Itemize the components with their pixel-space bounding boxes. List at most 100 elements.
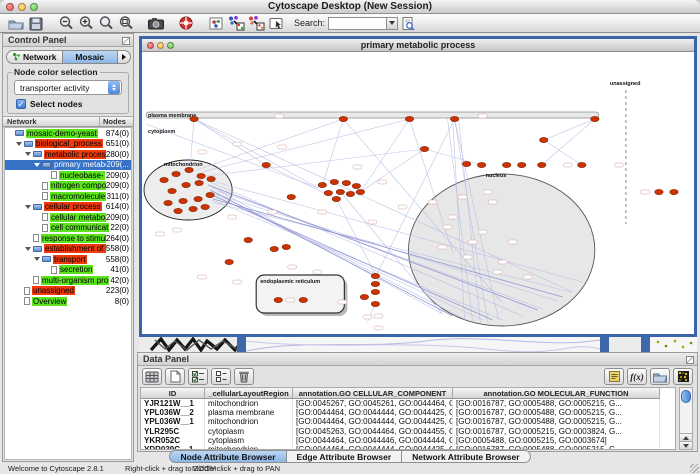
open-session-button[interactable] [6,15,26,32]
graph-node[interactable] [225,259,233,264]
graph-node[interactable] [502,162,510,167]
import-attributes-button[interactable] [650,368,670,385]
table-row[interactable]: YLR295Ccytoplasm[GO:0045263, GO:0044464,… [141,427,675,436]
graph-node[interactable] [244,237,252,242]
tree-row[interactable]: secretion41(0) [5,265,131,276]
table-row[interactable]: YKR052Ccytoplasm[GO:0044464, GO:0044446,… [141,436,675,445]
tree-row[interactable]: cellular metabo209(0) [5,212,131,223]
graph-node[interactable] [371,301,379,306]
graph-node[interactable] [540,137,548,142]
graph-node[interactable] [371,281,379,286]
background-window-edge[interactable] [600,337,609,352]
tab-network[interactable]: Network [6,50,62,64]
graph-node[interactable] [201,204,209,209]
table-cell[interactable]: [GO:0045267, GO:0045261, GO:0044464, G..… [293,399,453,408]
layout-button-2[interactable] [246,15,266,32]
graph-node[interactable] [371,289,379,294]
delete-attribute-button[interactable] [234,368,254,385]
graph-node[interactable] [160,177,168,182]
notes-button[interactable] [604,368,624,385]
table-cell[interactable]: [GO:0044464, GO:0044446, GO:0044444, G..… [293,436,453,445]
tree-header-network[interactable]: Network [3,117,99,126]
matrix-view-button[interactable] [673,368,693,385]
expander-icon[interactable] [25,205,31,209]
graph-node[interactable] [182,182,190,187]
expander-icon[interactable] [16,142,22,146]
table-cell[interactable]: [GO:0044464, GO:0044444, GO:0044425, G..… [293,417,453,426]
float-panel-icon[interactable] [122,37,130,45]
graph-node[interactable] [356,189,364,194]
background-window-edge[interactable] [641,337,650,352]
graph-node[interactable] [330,179,338,184]
graph-node[interactable] [318,182,326,187]
scroll-up-button[interactable] [680,433,692,441]
table-header-cell[interactable]: ID [141,388,205,399]
search-dropdown-button[interactable] [386,17,398,30]
network-view-titlebar[interactable]: primary metabolic process [142,39,694,52]
graph-node[interactable] [174,208,182,213]
graph-node[interactable] [538,162,546,167]
tab-node-attribute-browser[interactable]: Node Attribute Browser [169,450,286,463]
table-scrollbar[interactable] [679,387,693,450]
graph-node[interactable] [164,200,172,205]
table-header-cell[interactable]: annotation.GO MOLECULAR_FUNCTION [453,388,660,399]
graph-node[interactable] [282,244,290,249]
help-button[interactable] [176,15,196,32]
graph-node[interactable] [517,162,525,167]
unselect-attributes-button[interactable] [211,368,231,385]
tree-row[interactable]: multi-organism pro42(0) [5,275,131,286]
node-color-dropdown[interactable]: transporter activity [14,80,122,95]
graph-node[interactable] [352,183,360,188]
graph-node[interactable] [189,206,197,211]
background-window-thumb[interactable] [650,337,697,352]
tree-header-nodes[interactable]: Nodes [99,117,133,126]
graph-node[interactable] [195,180,203,185]
tree-row[interactable]: nitrogen compo209(0) [5,181,131,192]
tree-row[interactable]: cell communicat22(0) [5,223,131,234]
select-nodes-checkbox[interactable]: ✓ [16,99,26,109]
scroll-down-button[interactable] [680,441,692,449]
graph-node[interactable] [342,180,350,185]
table-cell[interactable]: YLR295C [141,427,205,436]
expander-icon[interactable] [25,152,31,156]
snapshot-button[interactable] [146,15,166,32]
tree-row[interactable]: macromolecule311(0) [5,191,131,202]
table-cell[interactable]: mitochondrion [205,417,293,426]
graph-node[interactable] [670,189,678,194]
graph-node[interactable] [270,246,278,251]
graph-node[interactable] [578,162,586,167]
graph-node[interactable] [274,297,282,302]
graph-node[interactable] [591,116,599,121]
graph-node[interactable] [655,189,663,194]
resize-grip[interactable] [690,464,699,473]
table-cell[interactable]: YPL036W__2 [141,408,205,417]
tree-row[interactable]: establishment of lo558(0) [5,244,131,255]
tree-row[interactable]: Overview8(0) [5,296,131,307]
table-header-cell[interactable]: annotation.GO CELLULAR_COMPONENT [293,388,453,399]
table-cell[interactable]: [GO:0016787, GO:0005488, GO:0005215, G..… [453,399,660,408]
graph-node[interactable] [346,191,354,196]
zoom-in-button[interactable] [76,15,96,32]
graph-node[interactable] [194,196,202,201]
background-window-thumb[interactable] [246,337,600,352]
graph-node[interactable] [371,273,379,278]
tab-overflow-button[interactable] [118,50,131,64]
graph-node[interactable] [172,171,180,176]
graph-node[interactable] [168,188,176,193]
graph-node[interactable] [287,194,295,199]
graph-node[interactable] [332,196,340,201]
table-cell[interactable]: YKR052C [141,436,205,445]
enhanced-search-button[interactable] [398,15,418,32]
table-cell[interactable]: mitochondrion [205,399,293,408]
save-session-button[interactable] [26,15,46,32]
expander-icon[interactable] [25,247,31,251]
vizmapper-button[interactable] [206,15,226,32]
table-cell[interactable]: [GO:0016787, GO:0005215, GO:0003824, G..… [453,427,660,436]
graph-node[interactable] [336,189,344,194]
table-cell[interactable]: [GO:0045263, GO:0044464, GO:0044455, G..… [293,427,453,436]
float-panel-icon[interactable] [686,356,694,364]
expander-icon[interactable] [34,257,40,261]
tab-edge-attribute-browser[interactable]: Edge Attribute Browser [287,450,403,463]
graph-node[interactable] [185,167,193,172]
graph-node[interactable] [450,116,458,121]
